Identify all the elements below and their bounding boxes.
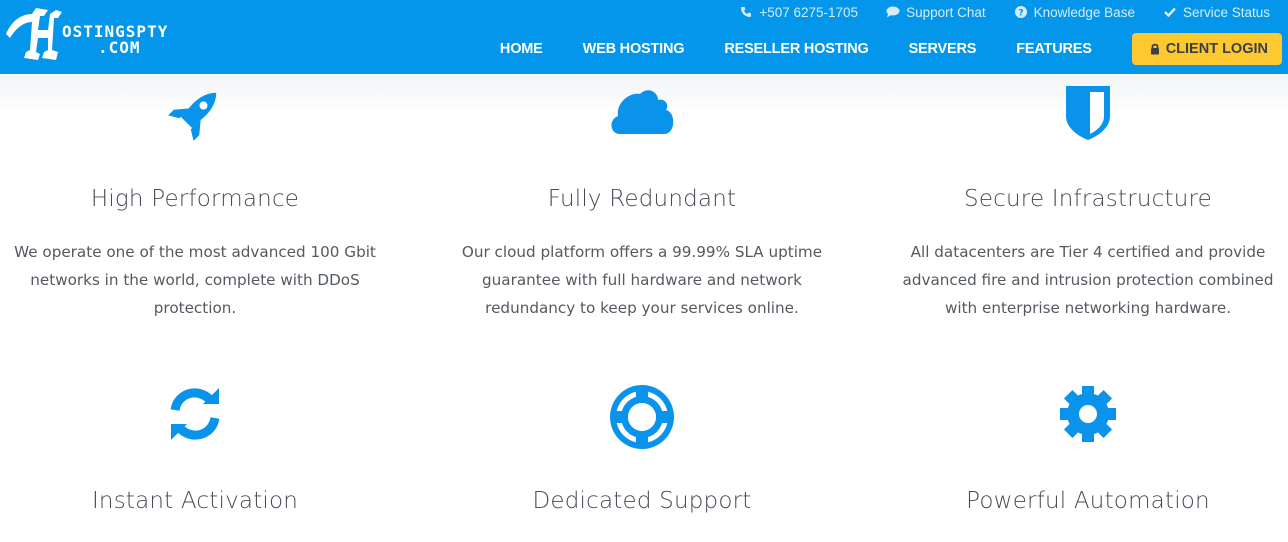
feature-description: We operate one of the most advanced 100 … <box>14 243 376 317</box>
site-header: OSTINGSPTY .COM +507 6275-1705 Support C… <box>0 0 1288 74</box>
feature-description: Our cloud platform offers a 99.99% SLA u… <box>461 243 823 317</box>
feature-title: Secure Infrastructure <box>964 186 1212 212</box>
gear-icon <box>888 384 1288 444</box>
nav-servers[interactable]: SERVERS <box>909 41 977 57</box>
logo-text: OSTINGSPTY .COM <box>62 24 168 56</box>
service-status-link[interactable]: Service Status <box>1163 5 1270 20</box>
question-circle-icon: ? <box>1014 5 1028 19</box>
nav-home[interactable]: HOME <box>500 41 543 57</box>
site-logo[interactable]: OSTINGSPTY .COM <box>2 4 232 66</box>
feature-title: Fully Redundant <box>547 186 737 212</box>
nav-features[interactable]: FEATURES <box>1016 41 1092 57</box>
knowledge-base-label: Knowledge Base <box>1033 4 1135 20</box>
nav-reseller-hosting[interactable]: RESELLER HOSTING <box>724 41 868 57</box>
svg-text:?: ? <box>1018 9 1023 19</box>
client-login-label: CLIENT LOGIN <box>1165 41 1268 57</box>
support-chat-link[interactable]: Support Chat <box>886 5 986 20</box>
feature-title: Instant Activation <box>91 488 299 514</box>
lock-icon <box>1150 43 1160 55</box>
service-status-label: Service Status <box>1182 4 1270 20</box>
feature-title: High Performance <box>90 186 300 212</box>
life-ring-icon <box>442 384 842 449</box>
phone-number: +507 6275-1705 <box>759 4 859 20</box>
checkmark-icon <box>1163 5 1177 19</box>
feature-title: Powerful Automation <box>966 488 1210 514</box>
main-nav: HOME WEB HOSTING RESELLER HOSTING SERVER… <box>500 33 1282 65</box>
top-utility-bar: +507 6275-1705 Support Chat ? Knowledge … <box>711 3 1270 21</box>
feature-description: All datacenters are Tier 4 certified and… <box>902 243 1274 317</box>
phone-link[interactable]: +507 6275-1705 <box>739 5 858 20</box>
knowledge-base-link[interactable]: ? Knowledge Base <box>1014 5 1135 20</box>
phone-icon <box>739 5 753 19</box>
chat-bubble-icon <box>886 5 900 19</box>
refresh-icon <box>0 384 395 444</box>
logo-text-line2: .COM <box>98 38 141 57</box>
cloud-icon <box>442 82 842 142</box>
nav-web-hosting[interactable]: WEB HOSTING <box>583 41 685 57</box>
rocket-icon <box>0 82 395 142</box>
feature-title: Dedicated Support <box>532 488 752 514</box>
shield-icon <box>888 82 1288 142</box>
support-chat-label: Support Chat <box>906 4 986 20</box>
client-login-button[interactable]: CLIENT LOGIN <box>1131 33 1282 65</box>
